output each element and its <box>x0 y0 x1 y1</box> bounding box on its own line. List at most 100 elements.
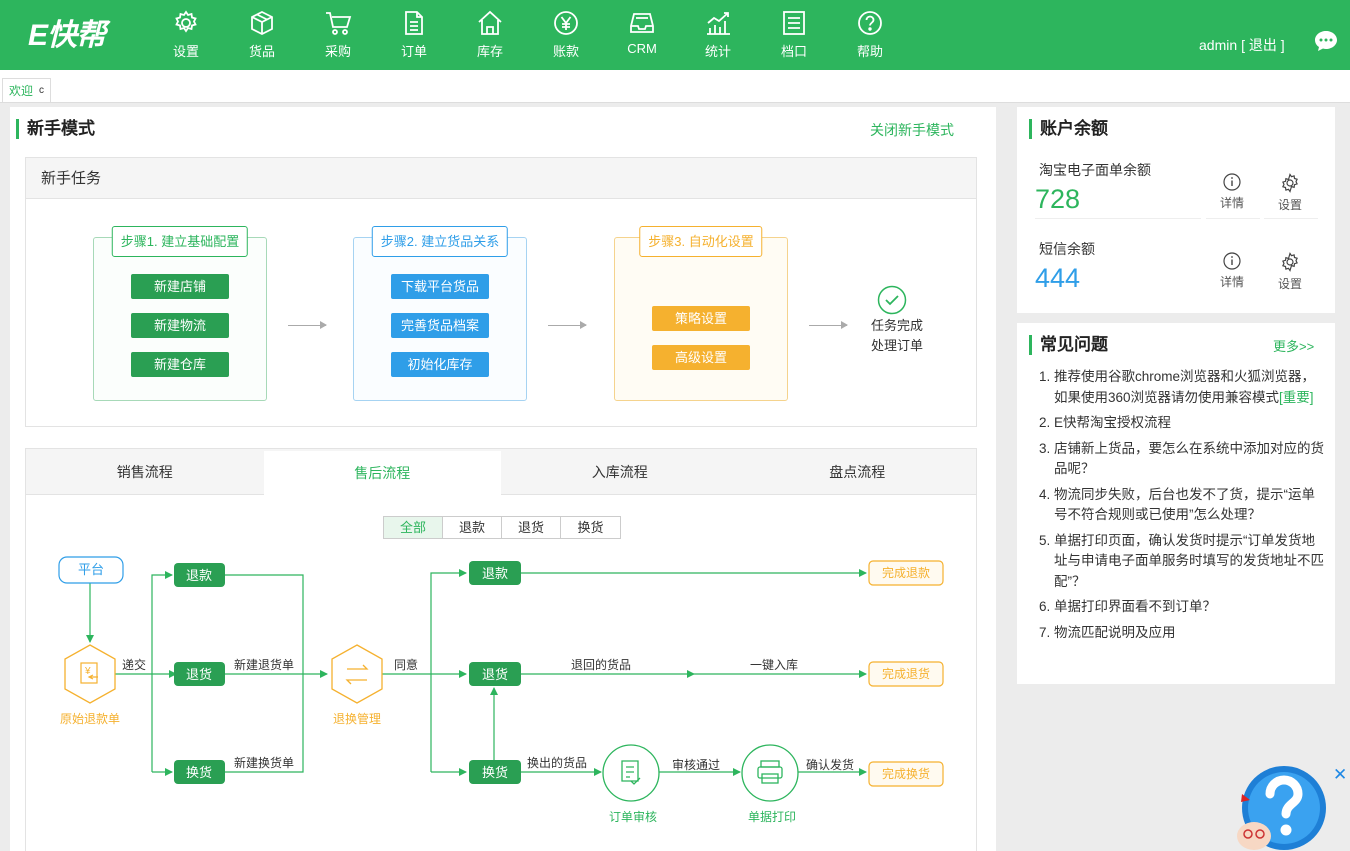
close-beginner-mode-link[interactable]: 关闭新手模式 <box>870 120 954 140</box>
taobao-settings-button[interactable]: 设置 <box>1263 173 1317 213</box>
nav-label: 采购 <box>324 44 351 59</box>
order-audit-node: 订单审核 <box>609 809 657 824</box>
nav-item-accounts[interactable]: 账款 <box>528 0 604 70</box>
faq-item[interactable]: 4. 物流同步失败，后台也发不了货，提示“运单号不符合规则或已使用”怎么处理？ <box>1039 485 1327 526</box>
faq-text: 店铺新上货品，要怎么在系统中添加对应的货品呢？ <box>1054 440 1324 477</box>
original-refund-node: 原始退款单 <box>60 712 120 726</box>
user-info: admin[ 退出 ] <box>1199 35 1285 55</box>
nav-item-stall[interactable]: 档口 <box>756 0 832 70</box>
done-return-node: 完成退货 <box>882 666 930 681</box>
return-mgmt-node: 退换管理 <box>333 711 381 726</box>
faq-num: 1. <box>1039 369 1051 384</box>
chat-icon[interactable] <box>1313 28 1339 54</box>
main-nav: 设置 货品 采购 订单 库存 账款 CRM 统计 档口 帮助 <box>148 0 908 70</box>
finish-line-2: 处理订单 <box>870 338 923 353</box>
faq-item[interactable]: 6. 单据打印界面看不到订单？ <box>1039 597 1327 618</box>
nav-label: 账款 <box>552 44 579 59</box>
new-warehouse-button[interactable]: 新建仓库 <box>131 352 229 377</box>
faq-more-link[interactable]: 更多>> <box>1273 336 1314 355</box>
step-1-title: 步骤1. 建立基础配置 <box>111 226 249 257</box>
faq-num: 6. <box>1039 599 1051 614</box>
logo[interactable]: E快帮 <box>28 10 106 54</box>
gear-icon <box>1282 173 1298 193</box>
top-navbar: E快帮 设置 货品 采购 订单 库存 账款 CRM 统计 档口 帮助 admin… <box>0 0 1350 70</box>
faq-item[interactable]: 5. 单据打印页面，确认发货时提示“订单发货地址与申请电子面单服务时填写的发货地址… <box>1039 531 1327 593</box>
help-icon <box>858 11 882 35</box>
faq-item[interactable]: 7. 物流匹配说明及应用 <box>1039 623 1327 644</box>
logout-link[interactable]: [ 退出 ] <box>1241 37 1285 53</box>
balance-title: 账户余额 <box>1029 119 1108 139</box>
important-tag: [重要] <box>1279 389 1314 405</box>
beginner-panel: 新手模式 关闭新手模式 新手任务 步骤1. 建立基础配置 新建店铺 新建物流 新… <box>10 107 996 851</box>
arrow-icon <box>288 321 327 329</box>
return-node-2: 退货 <box>482 667 508 682</box>
flow-box: 销售流程 售后流程 入库流程 盘点流程 全部 退款 退货 换货 平台 ¥ 原始退… <box>25 448 977 851</box>
task-box-title: 新手任务 <box>26 158 976 199</box>
step-1-card: 步骤1. 建立基础配置 新建店铺 新建物流 新建仓库 <box>93 226 267 401</box>
task-finish: 任务完成 处理订单 <box>862 316 932 356</box>
one-click-inbound-label: 一键入库 <box>750 657 798 672</box>
sms-settings-button[interactable]: 设置 <box>1263 252 1317 292</box>
print-node: 单据打印 <box>748 810 796 824</box>
complete-goods-archive-button[interactable]: 完善货品档案 <box>391 313 489 338</box>
faq-num: 3. <box>1039 440 1051 456</box>
faq-num: 4. <box>1039 486 1051 502</box>
task-box: 新手任务 步骤1. 建立基础配置 新建店铺 新建物流 新建仓库 步骤2. 建立货… <box>25 157 977 427</box>
done-exchange-node: 完成换货 <box>882 766 930 781</box>
close-icon[interactable]: ✕ <box>1333 765 1347 785</box>
yen-icon <box>554 11 578 35</box>
nav-item-crm[interactable]: CRM <box>604 0 680 70</box>
arrow-icon <box>809 321 848 329</box>
nav-label: 库存 <box>476 44 503 59</box>
divider <box>1264 218 1318 219</box>
faq-item[interactable]: 3. 店铺新上货品，要怎么在系统中添加对应的货品呢？ <box>1039 439 1327 480</box>
nav-item-purchase[interactable]: 采购 <box>300 0 376 70</box>
nav-label: 订单 <box>400 44 427 59</box>
username[interactable]: admin <box>1199 37 1237 53</box>
nav-item-goods[interactable]: 货品 <box>224 0 300 70</box>
nav-item-settings[interactable]: 设置 <box>148 0 224 70</box>
detail-label: 详情 <box>1219 196 1244 210</box>
arrow-icon <box>548 321 587 329</box>
taobao-detail-button[interactable]: 详情 <box>1205 173 1259 211</box>
new-exchange-label: 新建换货单 <box>234 755 294 770</box>
download-goods-button[interactable]: 下载平台货品 <box>391 274 489 299</box>
new-shop-button[interactable]: 新建店铺 <box>131 274 229 299</box>
page-title: 新手模式 <box>16 119 95 139</box>
sms-detail-button[interactable]: 详情 <box>1205 252 1259 290</box>
after-sales-flow-diagram: 平台 ¥ 原始退款单 递交 退款 退货 换货 新建退货单 新建换货单 退换管理 … <box>58 556 944 824</box>
init-inventory-button[interactable]: 初始化库存 <box>391 352 489 377</box>
nav-item-help[interactable]: 帮助 <box>832 0 908 70</box>
agree-label: 同意 <box>394 657 418 672</box>
check-circle-icon <box>877 285 907 315</box>
returned-goods-label: 退回的货品 <box>571 657 631 672</box>
faq-title: 常见问题 <box>1029 335 1108 355</box>
box-icon <box>251 10 273 36</box>
step-3-title: 步骤3. 自动化设置 <box>639 226 763 257</box>
help-mascot-icon[interactable] <box>1234 764 1330 851</box>
submit-label: 递交 <box>122 657 146 672</box>
sms-balance-label: 短信余额 <box>1039 241 1095 257</box>
finish-line-1: 任务完成 <box>870 318 923 333</box>
settings-label: 设置 <box>1277 198 1302 212</box>
faq-text: 单据打印页面，确认发货时提示“订单发货地址与申请电子面单服务时填写的发货地址不匹… <box>1054 532 1324 589</box>
audit-pass-label: 审核通过 <box>672 757 720 772</box>
nav-label: CRM <box>627 41 657 56</box>
exchange-node: 换货 <box>186 765 212 780</box>
faq-item[interactable]: 2. E快帮淘宝授权流程 <box>1039 413 1327 434</box>
new-logistics-button[interactable]: 新建物流 <box>131 313 229 338</box>
exchanged-goods-label: 换出的货品 <box>527 755 587 770</box>
advanced-settings-button[interactable]: 高级设置 <box>652 345 750 370</box>
nav-item-inventory[interactable]: 库存 <box>452 0 528 70</box>
nav-item-orders[interactable]: 订单 <box>376 0 452 70</box>
refresh-icon[interactable]: c <box>39 85 44 96</box>
faq-item[interactable]: 1. 推荐使用谷歌chrome浏览器和火狐浏览器，如果使用360浏览器请勿使用兼容… <box>1039 367 1327 408</box>
strategy-settings-button[interactable]: 策略设置 <box>652 306 750 331</box>
faq-num: 5. <box>1039 532 1051 548</box>
new-return-label: 新建退货单 <box>234 657 294 672</box>
step-3-card: 步骤3. 自动化设置 策略设置 高级设置 <box>614 226 788 401</box>
settings-label: 设置 <box>1277 277 1302 291</box>
tab-welcome[interactable]: 欢迎 c <box>2 78 52 102</box>
divider <box>1035 218 1201 219</box>
nav-item-statistics[interactable]: 统计 <box>680 0 756 70</box>
